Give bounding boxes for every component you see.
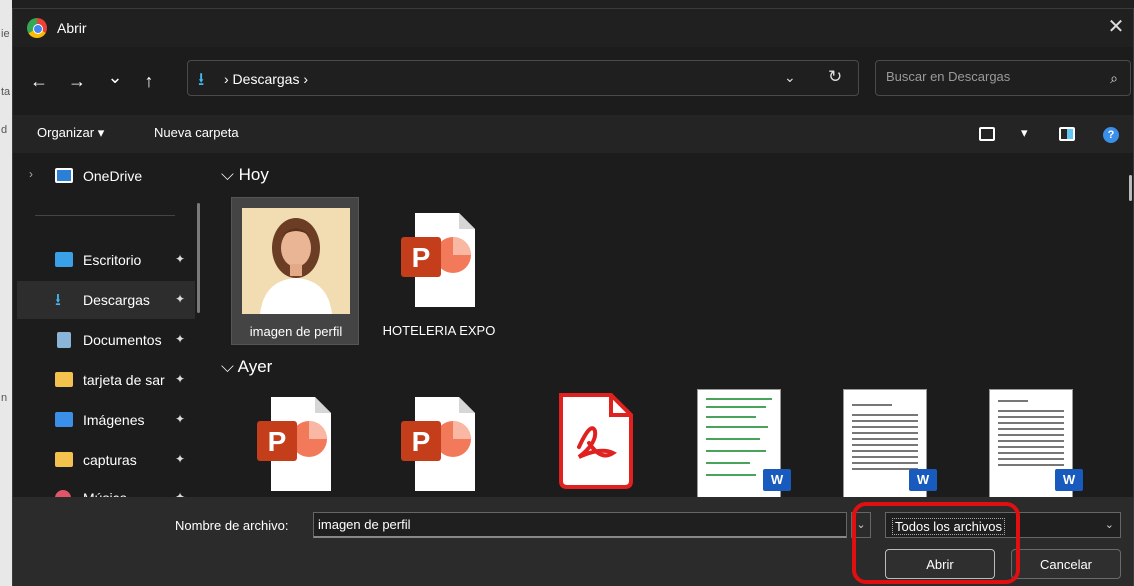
pin-icon: ✦	[175, 372, 186, 386]
download-icon: ⭳	[55, 290, 61, 309]
sidebar-item-label: Escritorio	[83, 252, 142, 268]
powerpoint-letter: P	[268, 426, 287, 457]
download-icon: ⭳	[198, 69, 205, 89]
breadcrumb[interactable]: › Descargas ›	[224, 71, 308, 87]
background-glyph: d	[1, 124, 8, 136]
documents-icon	[57, 332, 71, 348]
new-folder-button[interactable]: Nueva carpeta	[154, 125, 239, 140]
file-item[interactable]: W	[673, 385, 801, 497]
pdf-icon	[559, 393, 633, 489]
powerpoint-letter: P	[412, 426, 431, 457]
sidebar-divider	[35, 215, 175, 216]
powerpoint-icon: P	[257, 397, 331, 491]
sidebar-item-escritorio[interactable]: Escritorio ✦	[17, 241, 195, 279]
file-list: ⌵ Hoy imagen de perfil P HOTELERIA EXPO …	[203, 153, 1133, 497]
sidebar-item-label: Imágenes	[83, 412, 145, 428]
navigation-pane: › OneDrive Escritorio ✦ ⭳ Descargas ✦ Do…	[13, 153, 201, 506]
chevron-down-icon: ⌄	[1104, 519, 1114, 531]
back-button[interactable]: ←	[27, 69, 51, 93]
chrome-icon	[27, 18, 47, 38]
sidebar-item-tarjeta[interactable]: tarjeta de sar ✦	[17, 361, 195, 399]
sidebar-scrollbar[interactable]	[197, 203, 200, 313]
sidebar-item-capturas[interactable]: capturas ✦	[17, 441, 195, 479]
address-history-button[interactable]: ⌄	[784, 69, 796, 86]
filename-input[interactable]	[313, 512, 847, 538]
address-bar[interactable]: ⭳ › Descargas › ⌄ ↻	[187, 60, 859, 96]
filename-label: Nombre de archivo:	[175, 518, 289, 533]
sidebar-item-label: OneDrive	[83, 168, 143, 184]
forward-button[interactable]: →	[65, 69, 89, 93]
powerpoint-icon: P	[401, 213, 475, 307]
close-button[interactable]: ✕	[1105, 15, 1127, 39]
cancel-button[interactable]: Cancelar	[1011, 549, 1121, 579]
expand-chevron-icon[interactable]: ›	[29, 167, 33, 181]
view-options-dropdown[interactable]: ▾	[1021, 125, 1028, 141]
pin-icon: ✦	[175, 452, 186, 466]
organize-button[interactable]: Organizar ▾	[37, 125, 104, 141]
sidebar-item-label: Descargas	[83, 292, 150, 308]
file-name: imagen de perfil	[249, 324, 343, 339]
sidebar-item-documentos[interactable]: Documentos ✦	[17, 321, 195, 359]
search-icon[interactable]: ⌕	[1110, 70, 1118, 87]
change-view-icon[interactable]	[979, 127, 995, 141]
search-box[interactable]: ⌕	[875, 60, 1131, 96]
sidebar-item-label: capturas	[83, 452, 137, 468]
open-file-dialog: Abrir ✕ ← → ⌄ ↑ ⭳ › Descargas › ⌄ ↻ ⌕ Or…	[12, 8, 1134, 586]
file-item[interactable]: P HOTELERIA EXPO	[375, 197, 503, 345]
background-glyph: n	[1, 392, 8, 404]
dialog-title: Abrir	[57, 20, 87, 36]
help-button[interactable]: ?	[1103, 127, 1119, 143]
image-thumbnail	[242, 208, 350, 314]
sidebar-item-onedrive[interactable]: › OneDrive	[17, 157, 195, 195]
preview-pane-icon[interactable]	[1059, 127, 1075, 141]
folder-icon	[55, 452, 73, 467]
search-input[interactable]	[886, 69, 1086, 84]
recent-locations-button[interactable]: ⌄	[103, 65, 127, 89]
pin-icon: ✦	[175, 252, 186, 266]
onedrive-icon	[55, 168, 73, 183]
word-icon: W	[909, 469, 937, 491]
word-icon: W	[1055, 469, 1083, 491]
file-item[interactable]: imagen de perfil	[231, 197, 359, 345]
group-header-today[interactable]: ⌵ Hoy	[221, 165, 269, 185]
pin-icon: ✦	[175, 412, 186, 426]
powerpoint-letter: P	[412, 242, 431, 273]
group-header-yesterday[interactable]: ⌵ Ayer	[221, 357, 272, 377]
sidebar-item-label: Documentos	[83, 332, 162, 348]
sidebar-item-label: tarjeta de sar	[83, 372, 165, 388]
sidebar-item-imagenes[interactable]: Imágenes ✦	[17, 401, 195, 439]
command-bar: Organizar ▾ Nueva carpeta ▾ ?	[13, 115, 1133, 153]
background-page: ie ta d n	[0, 0, 12, 586]
desktop-icon	[55, 252, 73, 267]
annotation-highlight	[852, 502, 1020, 584]
pin-icon: ✦	[175, 332, 186, 346]
file-item[interactable]: W	[965, 385, 1093, 497]
navigation-bar: ← → ⌄ ↑ ⭳ › Descargas › ⌄ ↻ ⌕	[13, 47, 1133, 115]
background-glyph: ie	[1, 28, 10, 40]
file-item[interactable]	[529, 385, 657, 497]
powerpoint-icon: P	[401, 397, 475, 491]
folder-icon	[55, 372, 73, 387]
file-item[interactable]: P	[231, 385, 359, 497]
pictures-icon	[55, 412, 73, 427]
file-item[interactable]: W	[819, 385, 947, 497]
file-item[interactable]: P	[375, 385, 503, 497]
refresh-button[interactable]: ↻	[828, 67, 842, 87]
file-name: HOTELERIA EXPO	[382, 323, 496, 338]
content-scrollbar[interactable]	[1129, 175, 1132, 201]
pin-icon: ✦	[175, 292, 186, 306]
title-bar: Abrir ✕	[13, 9, 1133, 47]
word-icon: W	[763, 469, 791, 491]
sidebar-item-descargas[interactable]: ⭳ Descargas ✦	[17, 281, 195, 319]
up-button[interactable]: ↑	[137, 69, 161, 93]
background-glyph: ta	[1, 86, 11, 98]
